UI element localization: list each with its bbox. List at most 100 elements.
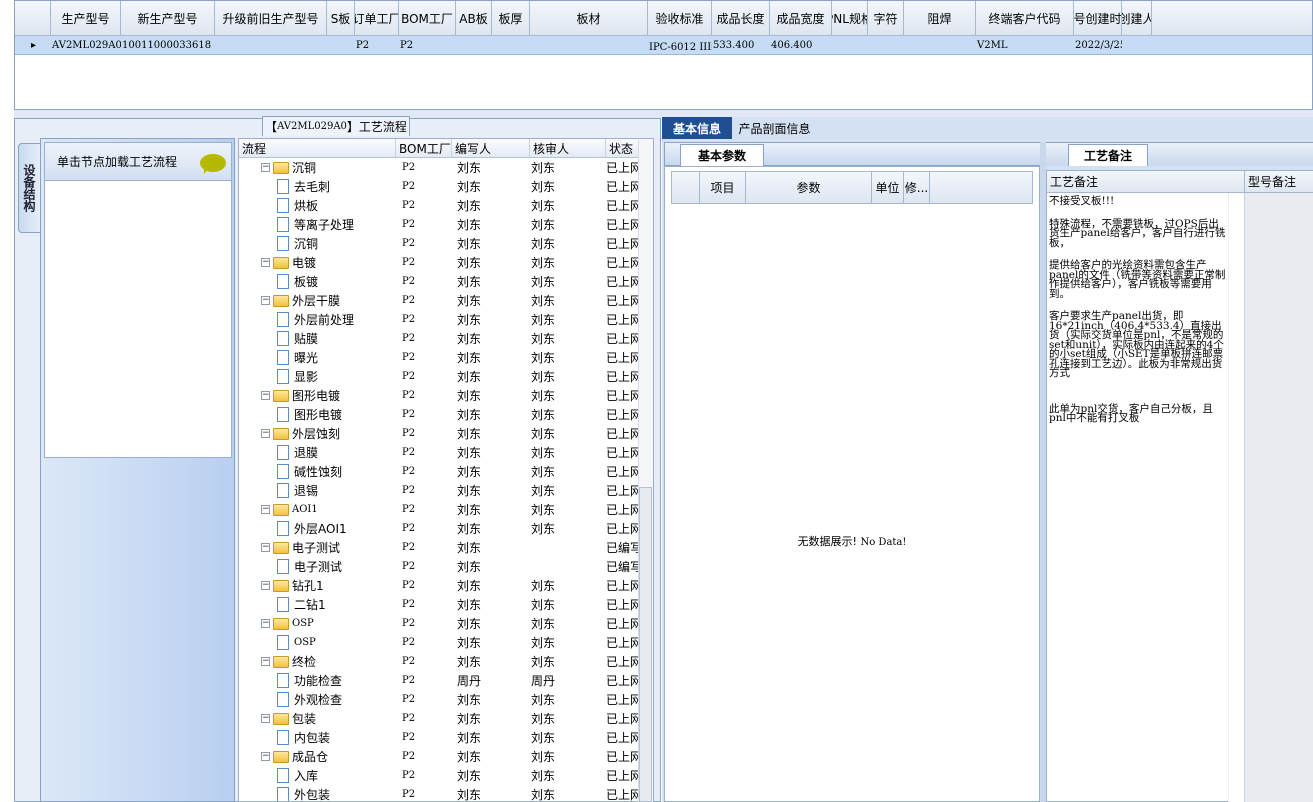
collapse-icon[interactable]: −	[261, 163, 270, 172]
col-header[interactable]: 新生产型号	[121, 1, 215, 35]
collapse-icon[interactable]: −	[261, 543, 270, 552]
row-indicator-icon[interactable]: ▸	[15, 36, 51, 54]
flow-row[interactable]: 电子测试 P2 刘东 已编写	[239, 557, 639, 576]
flow-node[interactable]: 沉铜	[277, 234, 318, 253]
flow-node[interactable]: 板镀	[277, 272, 318, 291]
col-header[interactable]: 订单工厂	[355, 1, 399, 35]
flow-col-header[interactable]: 编写人	[452, 139, 530, 157]
col-unit[interactable]: 单位	[872, 172, 904, 203]
grid-cell[interactable]	[327, 36, 355, 54]
collapse-icon[interactable]: −	[261, 258, 270, 267]
collapse-icon[interactable]: −	[261, 429, 270, 438]
col-header[interactable]: 字符	[868, 1, 904, 35]
grid-cell[interactable]: P2	[355, 36, 399, 54]
flow-node[interactable]: − 终检	[261, 652, 316, 671]
tab-process-notes[interactable]: 工艺备注	[1068, 144, 1148, 166]
flow-row[interactable]: 等离子处理 P2 刘东 刘东 已上网	[239, 215, 639, 234]
collapse-icon[interactable]: −	[261, 505, 270, 514]
flow-node[interactable]: 曝光	[277, 348, 318, 367]
flow-row[interactable]: − 钻孔1 P2 刘东 刘东 已上网	[239, 576, 639, 595]
grid-cell[interactable]	[868, 36, 904, 54]
flow-row[interactable]: − OSP P2 刘东 刘东 已上网	[239, 614, 639, 633]
flow-row[interactable]: 退锡 P2 刘东 刘东 已上网	[239, 481, 639, 500]
grid-cell[interactable]	[215, 36, 327, 54]
flow-row[interactable]: 外观检查 P2 刘东 刘东 已上网	[239, 690, 639, 709]
flow-row[interactable]: 曝光 P2 刘东 刘东 已上网	[239, 348, 639, 367]
grid-cell[interactable]: IPC-6012 III级	[648, 36, 712, 54]
flow-node[interactable]: 入库	[277, 766, 318, 785]
flow-node[interactable]: − 钻孔1	[261, 576, 324, 595]
flow-node[interactable]: 去毛刺	[277, 177, 330, 196]
col-header[interactable]: 终端客户代码	[976, 1, 1074, 35]
flow-row[interactable]: 外层前处理 P2 刘东 刘东 已上网	[239, 310, 639, 329]
flow-row[interactable]: − 成品仓 P2 刘东 刘东 已上网	[239, 747, 639, 766]
flow-node[interactable]: − OSP	[261, 614, 314, 633]
flow-node[interactable]: OSP	[277, 633, 316, 652]
flow-row[interactable]: 外层AOI1 P2 刘东 刘东 已上网	[239, 519, 639, 538]
grid-cell[interactable]	[456, 36, 492, 54]
flow-node[interactable]: 外包装	[277, 785, 330, 801]
notes-scrollbar[interactable]	[1228, 193, 1244, 802]
flow-row[interactable]: − 外层干膜 P2 刘东 刘东 已上网	[239, 291, 639, 310]
flow-row[interactable]: − 电镀 P2 刘东 刘东 已上网	[239, 253, 639, 272]
flow-node[interactable]: 图形电镀	[277, 405, 342, 424]
flow-node[interactable]: 显影	[277, 367, 318, 386]
flow-node[interactable]: − 电子测试	[261, 538, 340, 557]
chat-bubble-icon[interactable]	[200, 154, 226, 174]
col-header[interactable]: 板材	[530, 1, 648, 35]
flow-row[interactable]: 二钻1 P2 刘东 刘东 已上网	[239, 595, 639, 614]
flow-col-header[interactable]: 流程	[239, 139, 396, 157]
flow-node[interactable]: − 图形电镀	[261, 386, 340, 405]
flow-row[interactable]: − 电子测试 P2 刘东 已编写	[239, 538, 639, 557]
flow-row[interactable]: − 终检 P2 刘东 刘东 已上网	[239, 652, 639, 671]
flow-node[interactable]: 内包装	[277, 728, 330, 747]
flow-row[interactable]: 内包装 P2 刘东 刘东 已上网	[239, 728, 639, 747]
tab-product-profile[interactable]: 产品剖面信息	[732, 117, 817, 139]
flow-node[interactable]: 等离子处理	[277, 215, 354, 234]
col-header[interactable]: AB板	[456, 1, 492, 35]
flow-node[interactable]: 二钻1	[277, 595, 326, 614]
flow-row[interactable]: 沉铜 P2 刘东 刘东 已上网	[239, 234, 639, 253]
flow-row[interactable]: 贴膜 P2 刘东 刘东 已上网	[239, 329, 639, 348]
flow-node[interactable]: 外层AOI1	[277, 519, 347, 538]
flow-row[interactable]: − 外层蚀刻 P2 刘东 刘东 已上网	[239, 424, 639, 443]
flow-row[interactable]: 去毛刺 P2 刘东 刘东 已上网	[239, 177, 639, 196]
flow-node[interactable]: − AOI1	[261, 500, 318, 519]
flow-row[interactable]: 烘板 P2 刘东 刘东 已上网	[239, 196, 639, 215]
col-param[interactable]: 参数	[746, 172, 872, 203]
process-note-text[interactable]: 不接受叉板!!! 特殊流程，不需要铣板，过OPS后出货生产panel给客户，客户自…	[1049, 196, 1227, 437]
flow-row[interactable]: − 图形电镀 P2 刘东 刘东 已上网	[239, 386, 639, 405]
grid-cell[interactable]	[530, 36, 648, 54]
grid-cell[interactable]: 10011000033618	[121, 36, 215, 54]
col-header[interactable]: 生产型号	[51, 1, 121, 35]
col-header[interactable]: 验收标准	[648, 1, 712, 35]
load-flow-box[interactable]: 单击节点加载工艺流程	[44, 142, 232, 458]
flow-node[interactable]: 外观检查	[277, 690, 342, 709]
grid-cell[interactable]: V2ML	[976, 36, 1074, 54]
flow-row[interactable]: − 沉铜 P2 刘东 刘东 已上网	[239, 158, 639, 177]
flow-row[interactable]: 退膜 P2 刘东 刘东 已上网	[239, 443, 639, 462]
flow-row[interactable]: 入库 P2 刘东 刘东 已上网	[239, 766, 639, 785]
flow-node[interactable]: 退膜	[277, 443, 318, 462]
col-process-note[interactable]: 工艺备注	[1047, 171, 1245, 192]
flow-node[interactable]: − 外层干膜	[261, 291, 340, 310]
grid-cell[interactable]	[904, 36, 976, 54]
collapse-icon[interactable]: −	[261, 714, 270, 723]
flow-node[interactable]: 退锡	[277, 481, 318, 500]
flow-node[interactable]: − 包装	[261, 709, 316, 728]
grid-cell[interactable]: P2	[399, 36, 456, 54]
flow-node[interactable]: 功能检查	[277, 671, 342, 690]
collapse-icon[interactable]: −	[261, 657, 270, 666]
flow-node[interactable]: − 外层蚀刻	[261, 424, 340, 443]
flow-row[interactable]: OSP P2 刘东 刘东 已上网	[239, 633, 639, 652]
order-grid-row[interactable]: ▸ AV2ML029A0 10011000033618 P2 P2 IPC-6012 II…	[15, 36, 1312, 55]
col-header[interactable]: 升级前旧生产型号	[215, 1, 327, 35]
col-header[interactable]: 成品宽度	[770, 1, 832, 35]
col-header[interactable]: 型号创建时间	[1074, 1, 1122, 35]
grid-cell[interactable]	[1122, 36, 1152, 54]
tab-basic-params[interactable]: 基本参数	[680, 144, 764, 166]
grid-cell[interactable]	[492, 36, 530, 54]
col-header[interactable]: S板	[327, 1, 355, 35]
flow-row[interactable]: 图形电镀 P2 刘东 刘东 已上网	[239, 405, 639, 424]
collapse-icon[interactable]: −	[261, 752, 270, 761]
